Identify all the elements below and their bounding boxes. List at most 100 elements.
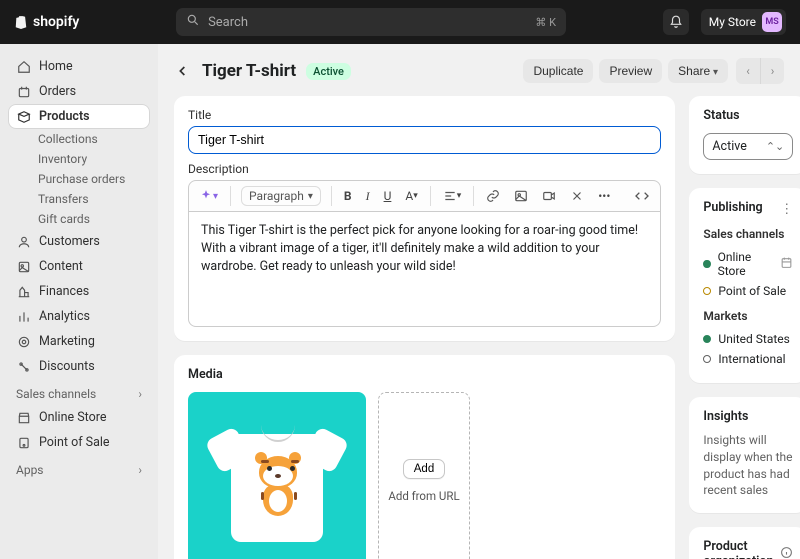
add-from-url-link[interactable]: Add from URL	[388, 489, 459, 503]
sidebar-item-label: Products	[39, 109, 90, 124]
sidebar-item-label: Analytics	[39, 309, 90, 324]
description-field-label: Description	[188, 162, 661, 176]
sidebar-item-home[interactable]: Home	[8, 54, 150, 79]
sidebar-item-marketing[interactable]: Marketing	[8, 329, 150, 354]
description-editor[interactable]: This Tiger T-shirt is the perfect pick f…	[188, 212, 661, 327]
channel-name: Online Store	[718, 250, 774, 278]
marketing-icon	[16, 335, 31, 349]
media-upload-dropzone[interactable]: Add Add from URL	[378, 392, 470, 559]
status-dot-inactive-icon	[703, 355, 711, 363]
search-input[interactable]: Search ⌘ K	[176, 8, 566, 36]
market-name: United States	[718, 332, 789, 346]
page-title: Tiger T-shirt	[202, 61, 296, 81]
sidebar-item-label: Home	[39, 59, 73, 74]
title-input[interactable]	[188, 126, 661, 154]
align-button[interactable]: ▾	[441, 188, 464, 204]
sidebar-item-label: Discounts	[39, 359, 95, 374]
sidebar-item-orders[interactable]: Orders	[8, 79, 150, 104]
duplicate-button[interactable]: Duplicate	[523, 59, 593, 83]
editor-toolbar: ▾ Paragraph ▾ B I U A▾ ▾	[188, 180, 661, 212]
pos-icon	[16, 436, 31, 450]
products-icon	[16, 110, 31, 124]
sidebar-item-products[interactable]: Products	[8, 104, 150, 129]
prev-button[interactable]: ‹	[736, 58, 760, 84]
info-icon[interactable]	[780, 546, 793, 559]
next-button[interactable]: ›	[760, 58, 784, 84]
italic-button[interactable]: I	[364, 188, 372, 205]
share-button[interactable]: Share	[668, 59, 728, 83]
image-button[interactable]	[512, 188, 530, 204]
sidebar-section-label: Apps	[16, 463, 44, 477]
more-button[interactable]: •••	[596, 188, 612, 204]
sidebar-section-sales-channels[interactable]: Sales channels ›	[8, 379, 150, 405]
sidebar-item-label: Marketing	[39, 334, 95, 349]
search-icon	[186, 13, 200, 31]
finances-icon	[16, 285, 31, 299]
title-field-label: Title	[188, 108, 661, 122]
sidebar-sub-inventory[interactable]: Inventory	[8, 149, 150, 169]
product-org-label: Product organization	[703, 539, 775, 559]
sidebar-item-pos[interactable]: Point of Sale	[8, 430, 150, 455]
sidebar-item-content[interactable]: Content	[8, 254, 150, 279]
sidebar-item-label: Orders	[39, 84, 76, 99]
sidebar-section-apps[interactable]: Apps ›	[8, 455, 150, 481]
clear-format-button[interactable]	[568, 188, 586, 204]
market-intl: International	[703, 349, 793, 369]
bold-button[interactable]: B	[342, 188, 354, 204]
sidebar-item-analytics[interactable]: Analytics	[8, 304, 150, 329]
sidebar-item-finances[interactable]: Finances	[8, 279, 150, 304]
status-badge: Active	[306, 63, 351, 80]
sidebar-item-label: Content	[39, 259, 83, 274]
sidebar-item-discounts[interactable]: Discounts	[8, 354, 150, 379]
sidebar-item-online-store[interactable]: Online Store	[8, 405, 150, 430]
text-style-value: Paragraph	[249, 189, 304, 203]
sidebar-item-label: Online Store	[39, 410, 106, 425]
status-value: Active	[712, 139, 746, 154]
store-switcher[interactable]: My Store MS	[701, 9, 786, 35]
markets-label: Markets	[703, 309, 793, 323]
chevron-down-icon: ▾	[308, 191, 313, 202]
html-view-button[interactable]	[632, 187, 652, 205]
sidebar-sub-transfers[interactable]: Transfers	[8, 189, 150, 209]
sidebar-item-label: Customers	[39, 234, 100, 249]
publishing-menu-button[interactable]: ⋮	[780, 202, 793, 217]
status-dot-warning-icon	[703, 287, 711, 295]
add-media-button[interactable]: Add	[403, 459, 445, 479]
market-name: International	[718, 352, 785, 366]
sidebar-sub-purchase-orders[interactable]: Purchase orders	[8, 169, 150, 189]
underline-button[interactable]: U	[382, 188, 394, 204]
link-button[interactable]	[484, 188, 502, 204]
ai-assist-button[interactable]: ▾	[197, 188, 220, 204]
media-thumbnail[interactable]	[188, 392, 366, 559]
notifications-button[interactable]	[663, 9, 689, 35]
chevron-right-icon: ›	[138, 387, 142, 401]
sales-channels-label: Sales channels	[703, 227, 793, 241]
market-us: United States	[703, 329, 793, 349]
status-select[interactable]: Active ⌃⌄	[703, 133, 793, 160]
back-button[interactable]	[174, 62, 192, 80]
insights-text: Insights will display when the product h…	[703, 432, 793, 499]
preview-button[interactable]: Preview	[599, 59, 662, 83]
channel-online-store: Online Store	[703, 247, 793, 281]
text-color-button[interactable]: A▾	[403, 188, 419, 204]
tshirt-image	[217, 416, 337, 546]
media-label: Media	[188, 367, 661, 382]
content-icon	[16, 260, 31, 274]
sidebar-item-label: Point of Sale	[39, 435, 110, 450]
brand-name: shopify	[33, 14, 79, 30]
sidebar-item-customers[interactable]: Customers	[8, 229, 150, 254]
analytics-icon	[16, 310, 31, 324]
schedule-button[interactable]	[780, 256, 793, 272]
sidebar-sub-collections[interactable]: Collections	[8, 129, 150, 149]
status-dot-active-icon	[703, 335, 711, 343]
channel-name: Point of Sale	[718, 284, 786, 298]
brand-logo: shopify	[14, 14, 79, 30]
text-style-select[interactable]: Paragraph ▾	[241, 186, 321, 206]
chevron-right-icon: ›	[138, 463, 142, 477]
video-button[interactable]	[540, 188, 558, 204]
store-name: My Store	[709, 15, 756, 29]
sidebar-sub-gift-cards[interactable]: Gift cards	[8, 209, 150, 229]
discounts-icon	[16, 360, 31, 374]
store-avatar: MS	[762, 12, 782, 32]
insights-label: Insights	[703, 409, 793, 424]
